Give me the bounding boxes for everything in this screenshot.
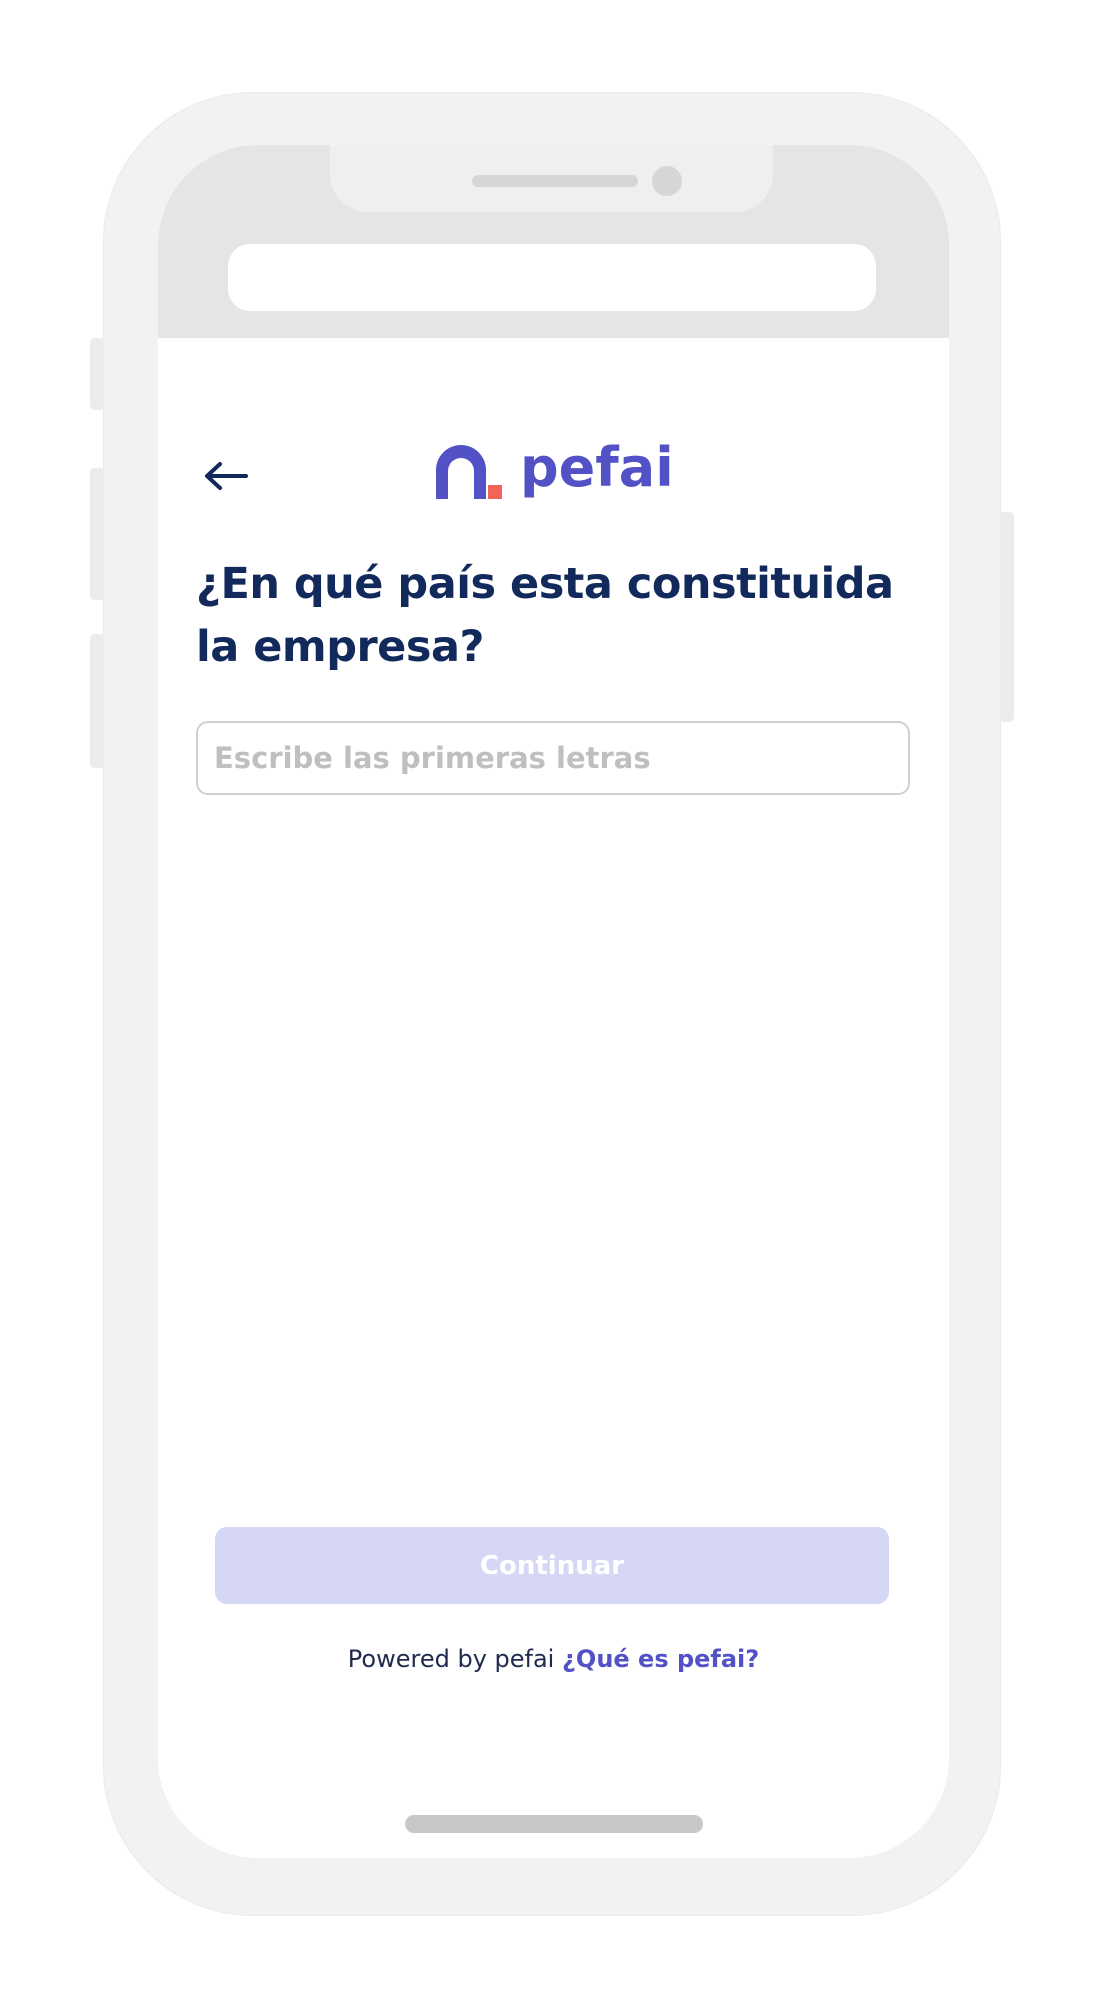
footer: Powered by pefai ¿Qué es pefai? [158,1645,949,1673]
pefai-logo-mark [436,445,502,499]
phone-power-button [1000,512,1014,722]
home-indicator [405,1815,703,1833]
phone-notch [330,145,773,212]
continue-button[interactable]: Continuar [215,1527,889,1604]
country-search-input[interactable] [196,721,910,795]
page-title: ¿En qué país esta constituida la empresa… [196,559,894,672]
address-bar[interactable] [228,244,876,311]
phone-volume-down-button [90,634,104,768]
arrow-left-icon [205,462,248,490]
phone-mute-switch [90,338,104,410]
phone-volume-up-button [90,468,104,600]
powered-by-text: Powered by pefai [347,1645,555,1673]
logo-wordmark: pefai [520,436,674,499]
browser-chrome [158,145,949,338]
speaker-grille [472,175,638,187]
back-button[interactable] [198,448,254,504]
phone-screen: pefai ¿En qué país esta constituida la e… [158,145,949,1858]
front-camera [652,166,682,196]
pefai-logo: pefai [436,441,674,499]
what-is-pefai-link[interactable]: ¿Qué es pefai? [562,1645,759,1673]
